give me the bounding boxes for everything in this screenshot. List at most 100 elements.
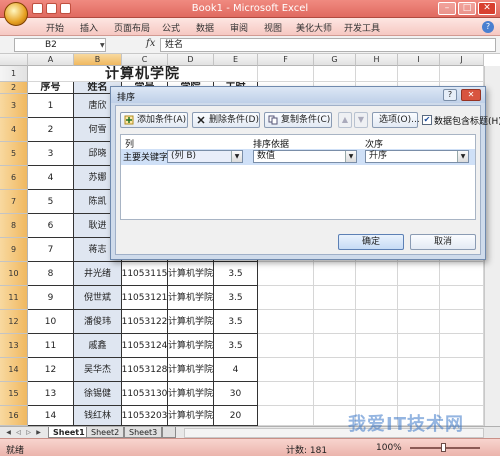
tab-formulas[interactable]: 公式 [162, 21, 180, 34]
table-cell[interactable]: 倪世斌 [74, 286, 122, 310]
grid-cell[interactable] [398, 358, 440, 382]
order-select[interactable]: 升序 ▼ [365, 150, 469, 163]
row-header[interactable]: 13 [0, 334, 28, 358]
office-button[interactable] [4, 2, 28, 26]
table-cell[interactable]: 11053128 [122, 358, 168, 382]
column-header-a[interactable]: A [28, 54, 74, 66]
move-down-button[interactable]: ▼ [354, 112, 368, 128]
table-cell[interactable]: 8 [28, 262, 74, 286]
grid-cell[interactable] [398, 66, 440, 82]
grid-cell[interactable] [356, 334, 398, 358]
sheet-title-cell[interactable]: 计算机学院 [28, 66, 258, 82]
table-cell[interactable]: 戚鑫 [74, 334, 122, 358]
grid-cell[interactable] [440, 382, 484, 406]
table-cell[interactable]: 11053115 [122, 262, 168, 286]
grid-cell[interactable] [398, 334, 440, 358]
grid-cell[interactable] [440, 310, 484, 334]
options-button[interactable]: 选项(O)... [372, 112, 420, 128]
grid-cell[interactable] [356, 262, 398, 286]
grid-cell[interactable] [258, 286, 314, 310]
delete-level-button[interactable]: 删除条件(D) [192, 112, 260, 128]
table-cell[interactable]: 井光绪 [74, 262, 122, 286]
maximize-button[interactable]: □ [458, 2, 476, 15]
table-cell[interactable]: 3.5 [214, 334, 258, 358]
row-header[interactable]: 1 [0, 66, 28, 82]
grid-cell[interactable] [356, 358, 398, 382]
tab-page-layout[interactable]: 页面布局 [114, 21, 150, 34]
row-header[interactable]: 2 [0, 82, 28, 94]
function-icon[interactable]: fx [146, 38, 155, 49]
row-header[interactable]: 3 [0, 94, 28, 118]
table-cell[interactable]: 计算机学院 [168, 382, 214, 406]
table-cell[interactable]: 潘俊玮 [74, 310, 122, 334]
table-cell[interactable]: 计算机学院 [168, 310, 214, 334]
row-header[interactable]: 7 [0, 190, 28, 214]
table-cell[interactable]: 吴华杰 [74, 358, 122, 382]
move-up-button[interactable]: ▲ [338, 112, 352, 128]
grid-cell[interactable] [356, 66, 398, 82]
tab-view[interactable]: 视图 [264, 21, 282, 34]
table-cell[interactable]: 4 [214, 358, 258, 382]
table-header-cell[interactable]: 序号 [28, 82, 74, 94]
tab-review[interactable]: 审阅 [230, 21, 248, 34]
column-header-b[interactable]: B [74, 54, 122, 66]
grid-cell[interactable] [314, 310, 356, 334]
table-cell[interactable]: 10 [28, 310, 74, 334]
table-cell[interactable]: 11053124 [122, 334, 168, 358]
table-cell[interactable]: 3.5 [214, 262, 258, 286]
table-cell[interactable]: 7 [28, 238, 74, 262]
grid-cell[interactable] [398, 286, 440, 310]
cancel-button[interactable]: 取消 [410, 234, 476, 250]
table-cell[interactable]: 14 [28, 406, 74, 426]
table-cell[interactable]: 1 [28, 94, 74, 118]
grid-cell[interactable] [258, 406, 314, 426]
grid-cell[interactable] [258, 382, 314, 406]
dialog-title-bar[interactable]: 排序 ? ✕ [111, 87, 485, 103]
column-header-c[interactable]: C [122, 54, 168, 66]
grid-cell[interactable] [440, 358, 484, 382]
grid-cell[interactable] [314, 286, 356, 310]
table-cell[interactable]: 3.5 [214, 310, 258, 334]
table-cell[interactable]: 9 [28, 286, 74, 310]
close-button[interactable]: ✕ [478, 2, 496, 15]
formula-input[interactable]: 姓名 [160, 38, 496, 52]
grid-cell[interactable] [314, 66, 356, 82]
table-cell[interactable]: 计算机学院 [168, 286, 214, 310]
table-cell[interactable]: 6 [28, 214, 74, 238]
grid-cell[interactable] [314, 382, 356, 406]
row-header[interactable]: 11 [0, 286, 28, 310]
zoom-level[interactable]: 100% [376, 443, 402, 453]
sheet-tab-3[interactable]: Sheet3 [124, 427, 163, 438]
sheet-tab-1[interactable]: Sheet1 [48, 427, 90, 438]
table-cell[interactable]: 11053122 [122, 310, 168, 334]
table-cell[interactable]: 4 [28, 166, 74, 190]
grid-cell[interactable] [314, 334, 356, 358]
help-icon[interactable]: ? [443, 89, 457, 101]
grid-cell[interactable] [356, 310, 398, 334]
column-header-d[interactable]: D [168, 54, 214, 66]
row-header[interactable]: 10 [0, 262, 28, 286]
grid-cell[interactable] [258, 358, 314, 382]
table-cell[interactable]: 11 [28, 334, 74, 358]
grid-cell[interactable] [398, 382, 440, 406]
name-box[interactable]: B2 [14, 38, 106, 52]
grid-cell[interactable] [356, 382, 398, 406]
table-cell[interactable]: 计算机学院 [168, 358, 214, 382]
grid-cell[interactable] [398, 262, 440, 286]
chevron-down-icon[interactable]: ▼ [231, 151, 242, 162]
table-cell[interactable]: 徐锡健 [74, 382, 122, 406]
chevron-down-icon[interactable]: ▼ [457, 151, 468, 162]
table-cell[interactable]: 2 [28, 118, 74, 142]
row-header[interactable]: 8 [0, 214, 28, 238]
next-sheet-icon[interactable]: ▷ [24, 428, 33, 437]
row-header[interactable]: 6 [0, 166, 28, 190]
select-all-corner[interactable] [0, 54, 28, 66]
table-cell[interactable]: 钱红林 [74, 406, 122, 426]
tab-insert[interactable]: 插入 [80, 21, 98, 34]
grid-cell[interactable] [314, 262, 356, 286]
add-level-button[interactable]: 添加条件(A) [120, 112, 188, 128]
table-cell[interactable]: 计算机学院 [168, 406, 214, 426]
row-header[interactable]: 16 [0, 406, 28, 426]
close-icon[interactable]: ✕ [461, 89, 481, 101]
tab-data[interactable]: 数据 [196, 21, 214, 34]
